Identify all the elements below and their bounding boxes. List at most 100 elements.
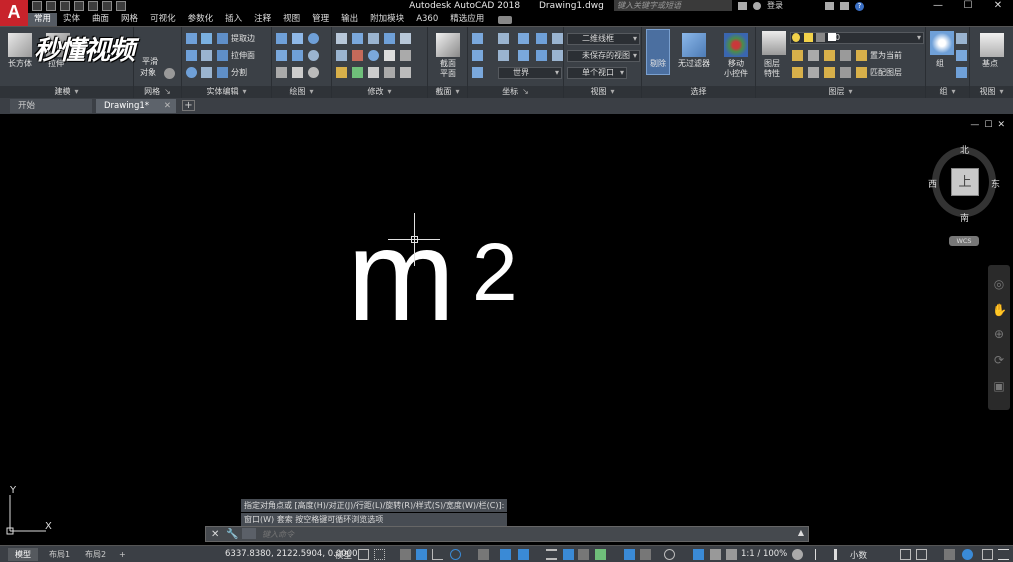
ribbon-toggle-icon[interactable] bbox=[498, 16, 513, 24]
explode-icon[interactable] bbox=[368, 67, 379, 78]
group-select-icon[interactable] bbox=[956, 67, 967, 78]
extract-edges-label[interactable]: 提取边 bbox=[231, 34, 255, 44]
panel-title-selection[interactable]: 选择 bbox=[642, 86, 755, 98]
customization-menu-icon[interactable] bbox=[998, 549, 1009, 560]
panel-title-view-base[interactable]: 视图 ▾ bbox=[970, 86, 1013, 98]
help-icon[interactable]: ? bbox=[855, 1, 864, 11]
compass-east[interactable]: 东 bbox=[991, 177, 1000, 190]
layer-lock-icon[interactable] bbox=[816, 33, 825, 42]
section-plane-icon[interactable] bbox=[436, 33, 460, 57]
viewport-config-select[interactable]: 单个视口 bbox=[567, 67, 627, 79]
array-icon[interactable] bbox=[368, 50, 379, 61]
isolate-objects-icon[interactable] bbox=[916, 549, 927, 560]
panel-title-modeling[interactable]: 建模 ▾ bbox=[0, 86, 133, 98]
move-icon[interactable] bbox=[336, 33, 347, 44]
separate-label[interactable]: 分割 bbox=[231, 68, 247, 78]
tab-surface[interactable]: 曲面 bbox=[86, 13, 115, 26]
dynamic-ucs-icon[interactable] bbox=[624, 549, 635, 560]
match-layer-label[interactable]: 匹配图层 bbox=[870, 68, 902, 78]
polar-tracking-icon[interactable] bbox=[450, 549, 461, 560]
ucs-icon-3[interactable] bbox=[518, 33, 529, 44]
auto-scale-icon[interactable] bbox=[710, 549, 721, 560]
circle-icon[interactable] bbox=[308, 50, 319, 61]
move-gizmo-label-2[interactable]: 小控件 bbox=[724, 69, 748, 79]
set-current-icon[interactable] bbox=[856, 50, 867, 61]
layer-tool-8-icon[interactable] bbox=[840, 67, 851, 78]
dynamic-input-icon[interactable] bbox=[416, 549, 427, 560]
thicken-icon[interactable] bbox=[201, 67, 212, 78]
layer-tool-6-icon[interactable] bbox=[808, 67, 819, 78]
tab-layout2[interactable]: 布局2 bbox=[78, 548, 113, 561]
wcs-menu[interactable]: WCS bbox=[949, 236, 979, 246]
units-select[interactable]: 小数 bbox=[850, 549, 867, 561]
ucs-icon-1[interactable] bbox=[472, 33, 483, 44]
layer-tool-7-icon[interactable] bbox=[824, 67, 835, 78]
grid-icon[interactable] bbox=[358, 549, 369, 560]
group-edit-icon[interactable] bbox=[956, 50, 967, 61]
offset-icon[interactable] bbox=[400, 50, 411, 61]
tab-a360[interactable]: A360 bbox=[410, 13, 444, 26]
infer-constraints-icon[interactable] bbox=[400, 549, 411, 560]
box-icon[interactable] bbox=[8, 33, 32, 57]
selection-filter-icon[interactable] bbox=[640, 549, 651, 560]
command-input[interactable] bbox=[262, 528, 732, 540]
polygon-icon[interactable] bbox=[276, 67, 287, 78]
object-snap-icon[interactable] bbox=[518, 549, 529, 560]
tab-parametric[interactable]: 参数化 bbox=[182, 13, 220, 26]
align-icon[interactable] bbox=[352, 67, 363, 78]
annotation-visibility-icon[interactable] bbox=[693, 549, 704, 560]
ucs-select[interactable]: 世界 bbox=[498, 67, 562, 79]
panel-title-coordinates[interactable]: 坐标 ↘ bbox=[468, 86, 563, 98]
mirror3d-icon[interactable] bbox=[384, 33, 395, 44]
tab-home[interactable]: 常用 bbox=[28, 13, 58, 26]
graphics-performance-icon[interactable] bbox=[944, 549, 955, 560]
workspace-gear-icon[interactable] bbox=[792, 549, 803, 560]
smooth-object-label[interactable]: 对象 bbox=[140, 68, 156, 78]
close-command-line-icon[interactable]: ✕ bbox=[211, 529, 219, 540]
trim-icon[interactable] bbox=[336, 50, 347, 61]
stretch-icon[interactable] bbox=[400, 33, 411, 44]
ungroup-icon[interactable] bbox=[956, 33, 967, 44]
exchange-icon[interactable] bbox=[840, 2, 849, 10]
tab-model[interactable]: 模型 bbox=[8, 548, 38, 561]
model-space-button[interactable]: 模型 bbox=[335, 549, 352, 561]
ucs-icon-10[interactable] bbox=[552, 50, 563, 61]
panel-title-view[interactable]: 视图 ▾ bbox=[564, 86, 641, 98]
drawing-canvas[interactable]: — ☐ ✕ bbox=[0, 116, 1013, 545]
ucs-icon-8[interactable] bbox=[518, 50, 529, 61]
box-label[interactable]: 长方体 bbox=[8, 59, 32, 69]
base-point-icon[interactable] bbox=[980, 33, 1004, 57]
tab-mesh[interactable]: 网格 bbox=[115, 13, 144, 26]
ucs-icon-5[interactable] bbox=[552, 33, 563, 44]
object-snap-tracking-icon[interactable] bbox=[500, 549, 511, 560]
user-icon[interactable] bbox=[753, 2, 761, 10]
ellipse-icon[interactable] bbox=[308, 67, 319, 78]
viewcube-top-face[interactable]: 上 bbox=[951, 168, 979, 196]
panel-title-modify[interactable]: 修改 ▾ bbox=[332, 86, 427, 98]
panel-title-groups[interactable]: 组 ▾ bbox=[926, 86, 969, 98]
command-history-toggle-icon[interactable]: ▲ bbox=[798, 528, 804, 537]
layer-tool-4-icon[interactable] bbox=[840, 50, 851, 61]
tab-view[interactable]: 视图 bbox=[277, 13, 306, 26]
group-label[interactable]: 组 bbox=[936, 59, 944, 69]
annotation-scale-select[interactable]: 1:1 / 100% bbox=[741, 549, 787, 559]
compass-north[interactable]: 北 bbox=[960, 143, 969, 156]
annotation-monitor-icon[interactable] bbox=[815, 549, 826, 560]
no-filter-label[interactable]: 无过滤器 bbox=[678, 59, 710, 69]
layer-on-icon[interactable] bbox=[792, 33, 800, 42]
tab-insert[interactable]: 插入 bbox=[219, 13, 248, 26]
search-input[interactable]: 键入关键字或短语 bbox=[614, 0, 732, 11]
tab-visualize[interactable]: 可视化 bbox=[144, 13, 182, 26]
ray-icon[interactable] bbox=[292, 50, 303, 61]
minimize-button[interactable]: — bbox=[923, 0, 953, 12]
clean-screen-icon[interactable] bbox=[962, 549, 973, 560]
layer-properties-label[interactable]: 图层 bbox=[764, 59, 780, 69]
fillet-icon[interactable] bbox=[352, 33, 363, 44]
showmotion-icon[interactable]: ▣ bbox=[992, 379, 1006, 393]
set-current-label[interactable]: 置为当前 bbox=[870, 51, 902, 61]
new-tab-button[interactable]: + bbox=[182, 100, 195, 111]
lineweight-icon[interactable] bbox=[546, 549, 557, 560]
layer-properties-label-2[interactable]: 特性 bbox=[764, 69, 780, 79]
mesh-smooth-icon[interactable] bbox=[164, 68, 175, 79]
tab-annotate[interactable]: 注释 bbox=[248, 13, 277, 26]
